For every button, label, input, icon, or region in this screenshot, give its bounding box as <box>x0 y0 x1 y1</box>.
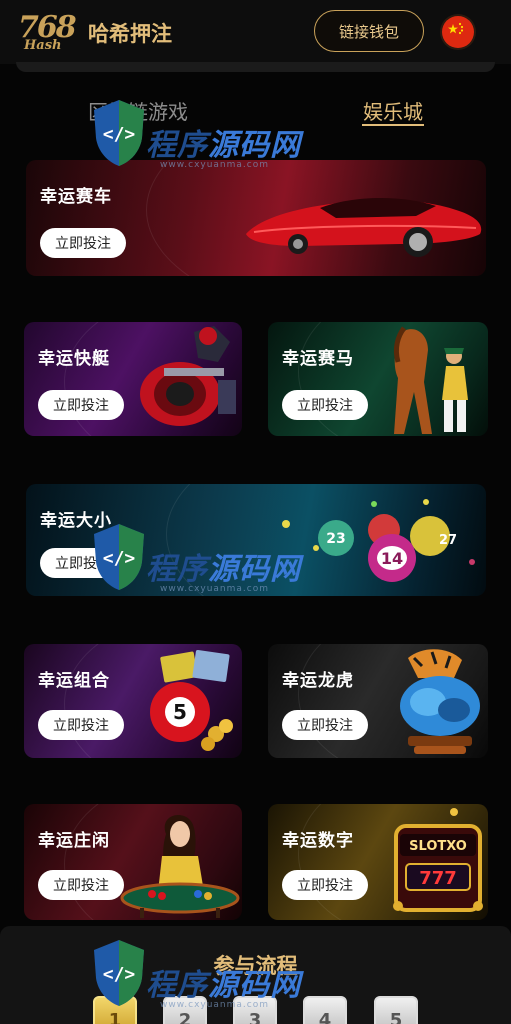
active-tab-indicator <box>362 124 424 126</box>
tiger-dragon-trophy-icon <box>400 649 480 754</box>
game-card-lucky-horse-racing[interactable]: 幸运赛马 立即投注 <box>268 322 488 436</box>
app-header: 768 Hash 哈希押注 链接钱包 <box>0 0 511 64</box>
game-card-lucky-dragon-tiger[interactable]: 幸运龙虎 立即投注 <box>268 644 488 758</box>
shield-code-icon: </> <box>94 524 144 590</box>
watermark-url: www.cxyuanma.com <box>160 584 270 594</box>
game-title: 幸运组合 <box>38 671 110 691</box>
svg-text:</>: </> <box>103 548 136 569</box>
shield-code-icon: </> <box>94 100 144 166</box>
game-title: 幸运快艇 <box>38 349 110 369</box>
game-title: 幸运龙虎 <box>282 671 354 691</box>
shield-code-icon: </> <box>94 940 144 1006</box>
watermark-url: www.cxyuanma.com <box>160 160 270 170</box>
process-step-5[interactable]: 5 <box>374 996 418 1024</box>
slot-machine-icon: SLOTXO 777 <box>393 808 483 912</box>
lottery-ball-tickets-icon: 5 <box>150 650 233 751</box>
logo-subtext: Hash <box>24 38 62 53</box>
svg-text:</>: </> <box>103 964 136 985</box>
china-flag-icon[interactable] <box>442 16 474 48</box>
watermark-text: 程序源码网 <box>146 552 301 587</box>
game-card-lucky-speedboat[interactable]: 幸运快艇 立即投注 <box>24 322 242 436</box>
slot-logo-text: SLOTXO <box>409 839 467 854</box>
game-card-lucky-combo[interactable]: 幸运组合 立即投注 5 <box>24 644 242 758</box>
watermark-url: www.cxyuanma.com <box>160 1000 270 1010</box>
bet-now-button[interactable]: 立即投注 <box>38 870 124 900</box>
bet-now-button[interactable]: 立即投注 <box>282 710 368 740</box>
connect-wallet-button[interactable]: 链接钱包 <box>314 10 424 52</box>
lottery-ball-number: 5 <box>173 700 187 724</box>
watermark: </> 程序源码网 www.cxyuanma.com <box>90 938 310 1024</box>
lottery-ball-number: 14 <box>381 549 403 568</box>
game-title: 幸运数字 <box>282 831 354 851</box>
game-title: 幸运赛马 <box>282 349 354 369</box>
game-card-lucky-number[interactable]: 幸运数字 立即投注 SLOTXO 777 <box>268 804 488 920</box>
brand-logo[interactable]: 768 Hash <box>18 10 80 54</box>
watermark-text: 程序源码网 <box>146 128 301 163</box>
speedboat-racer-icon <box>140 326 236 426</box>
svg-text:</>: </> <box>103 124 136 145</box>
lottery-ball-number: 27 <box>439 533 457 548</box>
game-title: 幸运庄闲 <box>38 831 110 851</box>
brand-name: 哈希押注 <box>88 22 172 46</box>
lottery-ball-number: 23 <box>326 531 345 547</box>
watermark: </> 程序源码网 www.cxyuanma.com <box>90 522 310 612</box>
bet-now-button[interactable]: 立即投注 <box>282 870 368 900</box>
header-divider <box>16 62 495 72</box>
watermark: </> 程序源码网 www.cxyuanma.com <box>90 98 310 188</box>
bet-now-button[interactable]: 立即投注 <box>38 390 124 420</box>
bet-now-button[interactable]: 立即投注 <box>40 228 126 258</box>
slot-digits: 777 <box>419 868 457 889</box>
red-sports-car-icon <box>246 197 482 257</box>
baccarat-dealer-icon <box>120 815 240 918</box>
game-card-lucky-baccarat[interactable]: 幸运庄闲 立即投注 <box>24 804 242 920</box>
bet-now-button[interactable]: 立即投注 <box>282 390 368 420</box>
horse-and-jockey-icon <box>393 326 468 434</box>
watermark-text: 程序源码网 <box>146 968 301 1003</box>
bet-now-button[interactable]: 立即投注 <box>38 710 124 740</box>
tab-casino[interactable]: 娱乐城 <box>363 96 423 125</box>
